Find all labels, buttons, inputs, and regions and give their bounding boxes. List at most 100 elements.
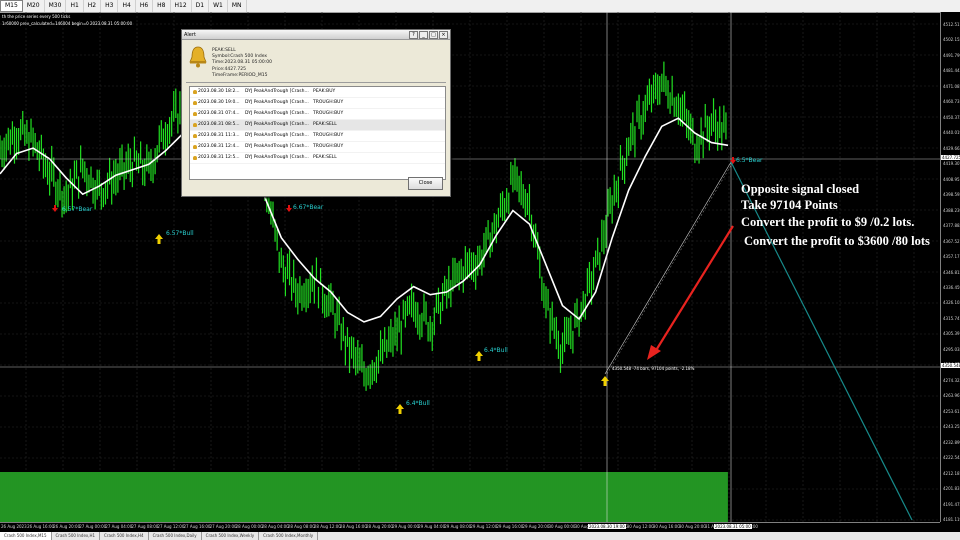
alert-detail-timeframe: TimeFrame:PERIOD_M15 <box>212 72 268 78</box>
timeframe-d1[interactable]: D1 <box>192 0 210 12</box>
time-tag-current: 2023.08.31 05:00 <box>714 524 752 529</box>
alert-dialog[interactable]: Alert ? _ □ × PEAK:SELL Symbol:Crash 500… <box>181 29 451 197</box>
time-tick: 26 Aug 20:00 <box>53 524 81 529</box>
time-tick: 29 Aug 12:00 <box>470 524 498 529</box>
timeframe-mn[interactable]: MN <box>228 0 247 12</box>
close-window-button[interactable]: × <box>439 30 448 39</box>
annotation-line3: Convert the profit to $9 /0.2 lots. <box>741 215 915 229</box>
chart-tab[interactable]: Crash 500 Index,Daily <box>149 532 202 540</box>
bell-icon <box>193 112 197 116</box>
help-button[interactable]: ? <box>409 30 418 39</box>
maximize-button[interactable]: □ <box>429 30 438 39</box>
price-tick: 4398.595 <box>943 192 960 198</box>
annotation-line4: Convert the profit to $3600 /80 lots <box>744 234 930 248</box>
price-tag-lower: 4350.548 <box>941 363 960 368</box>
timeframe-h4[interactable]: H4 <box>118 0 136 12</box>
chart-tab[interactable]: Crash 500 Index,M15 <box>0 532 52 540</box>
time-tick: 30 Aug 00:00 <box>548 524 576 529</box>
alert-row-source: DYJ PeakAndTrough [Crash... <box>245 89 309 94</box>
timeframe-h12[interactable]: H12 <box>171 0 192 12</box>
alert-row[interactable]: 2023.08.31 08:5... DYJ PeakAndTrough [Cra… <box>190 120 445 131</box>
time-tick: 29 Aug 20:00 <box>522 524 550 529</box>
bell-icon <box>189 46 207 68</box>
price-tick: 4367.527 <box>943 238 960 244</box>
bell-icon <box>193 145 197 149</box>
price-chart[interactable] <box>0 12 940 522</box>
chart-tab[interactable]: Crash 500 Index,H1 <box>52 532 101 540</box>
chart-tab[interactable]: Crash 500 Index,H4 <box>100 532 149 540</box>
signal-label-bull-2: 6.4*Bull <box>406 400 430 407</box>
alert-row-time: 2023.08.31 08:5... <box>190 120 245 130</box>
price-tick: 4419.307 <box>943 161 960 167</box>
price-tick: 4253.611 <box>943 408 960 414</box>
price-tick: 4181.119 <box>943 517 960 522</box>
alert-row-time-text: 2023.08.30 19:0... <box>198 100 240 105</box>
alert-row-signal: TROUGH:BUY <box>313 133 344 138</box>
chart-tab[interactable]: Crash 500 Index,Weekly <box>202 532 260 540</box>
price-tick: 4336.459 <box>943 284 960 290</box>
alert-row[interactable]: 2023.08.31 11:3... DYJ PeakAndTrough [Cra… <box>190 131 445 142</box>
alert-row-signal: TROUGH:BUY <box>313 144 344 149</box>
timeframe-h8[interactable]: H8 <box>153 0 171 12</box>
alert-row-time: 2023.08.31 12:5... <box>190 153 245 163</box>
alert-row[interactable]: 2023.08.30 18:2... DYJ PeakAndTrough [Cra… <box>190 87 445 98</box>
close-button[interactable]: Close <box>408 177 443 190</box>
alert-detail-time: Time:2023.08.31 05:00:00 <box>212 60 272 66</box>
alert-row-time-text: 2023.08.31 12:5... <box>198 155 240 160</box>
alert-row-source: DYJ PeakAndTrough [Crash... <box>245 144 309 149</box>
bell-icon <box>193 134 197 138</box>
price-tick: 4263.967 <box>943 393 960 399</box>
timeframe-h1[interactable]: H1 <box>66 0 84 12</box>
signal-label-bear-1: 6.57*Bear <box>62 206 93 213</box>
bell-icon <box>193 156 197 160</box>
bull-arrow-icon <box>396 404 404 414</box>
alert-row[interactable]: 2023.08.31 12:5... DYJ PeakAndTrough [Cra… <box>190 153 445 164</box>
time-tick: 30 Aug 12:00 <box>626 524 654 529</box>
alert-row[interactable]: 2023.08.31 12:4... DYJ PeakAndTrough [Cra… <box>190 142 445 153</box>
price-tick: 4191.475 <box>943 501 960 507</box>
time-tick: 27 Aug 16:00 <box>183 524 211 529</box>
bell-icon <box>193 90 197 94</box>
alert-separator <box>186 82 446 83</box>
alert-row-source: DYJ PeakAndTrough [Crash... <box>245 133 309 138</box>
chart-info-line2: 1r60000 prev_calculated=146004 begin=0 2… <box>2 21 133 26</box>
price-tag-upper: 4427.725 <box>941 155 960 160</box>
ruler-label: 4350.548 -74 bars, 97104 points, -2.18% <box>612 366 695 371</box>
timeframe-w1[interactable]: W1 <box>209 0 228 12</box>
price-tick: 4212.187 <box>943 470 960 476</box>
timeframe-m30[interactable]: M30 <box>45 0 67 12</box>
chart-tab[interactable]: Crash 500 Index,Monthly <box>259 532 319 540</box>
alert-row[interactable]: 2023.08.30 19:0... DYJ PeakAndTrough [Cra… <box>190 98 445 109</box>
alert-row-time: 2023.08.30 19:0... <box>190 98 245 108</box>
time-tick: 30 Aug 16:00 <box>652 524 680 529</box>
time-tick: 28 Aug 00:00 <box>235 524 263 529</box>
time-tick: 28 Aug 04:00 <box>261 524 289 529</box>
timeframe-m15[interactable]: M15 <box>0 0 23 12</box>
timeframe-h2[interactable]: H2 <box>84 0 102 12</box>
annotation-arrow <box>654 225 734 353</box>
alert-row-source: DYJ PeakAndTrough [Crash... <box>245 100 309 105</box>
time-tick: 26 Aug 2023 <box>1 524 27 529</box>
time-tick: 28 Aug 16:00 <box>339 524 367 529</box>
alert-row[interactable]: 2023.08.31 07:4... DYJ PeakAndTrough [Cra… <box>190 109 445 120</box>
alert-row-source: DYJ PeakAndTrough [Crash... <box>245 155 309 160</box>
bear-arrow-icon <box>286 205 292 212</box>
price-tick: 4222.543 <box>943 455 960 461</box>
time-tick: 27 Aug 12:00 <box>157 524 185 529</box>
timeframe-h3[interactable]: H3 <box>101 0 119 12</box>
price-tick: 4243.255 <box>943 424 960 430</box>
timeframe-m20[interactable]: M20 <box>23 0 45 12</box>
alert-row-time: 2023.08.30 18:2... <box>190 87 245 97</box>
alert-row-signal: PEAK:SELL <box>313 122 337 127</box>
annotation-line2: Take 97104 Points <box>741 198 838 212</box>
price-tick: 4460.731 <box>943 99 960 105</box>
alert-titlebar[interactable]: Alert ? _ □ × <box>182 30 450 40</box>
price-axis[interactable]: 4512.511 4502.155 4491.799 4481.443 4471.087… <box>940 12 960 522</box>
minimize-button[interactable]: _ <box>419 30 428 39</box>
ruler-line <box>606 161 734 375</box>
timeframe-h6[interactable]: H6 <box>136 0 154 12</box>
alert-list[interactable]: 2023.08.30 18:2... DYJ PeakAndTrough [Cra… <box>189 86 446 180</box>
time-tick: 26 Aug 16:00 <box>27 524 55 529</box>
time-tick: 27 Aug 08:00 <box>131 524 159 529</box>
signal-label-bear-3: 6.5*Bear <box>736 157 763 164</box>
